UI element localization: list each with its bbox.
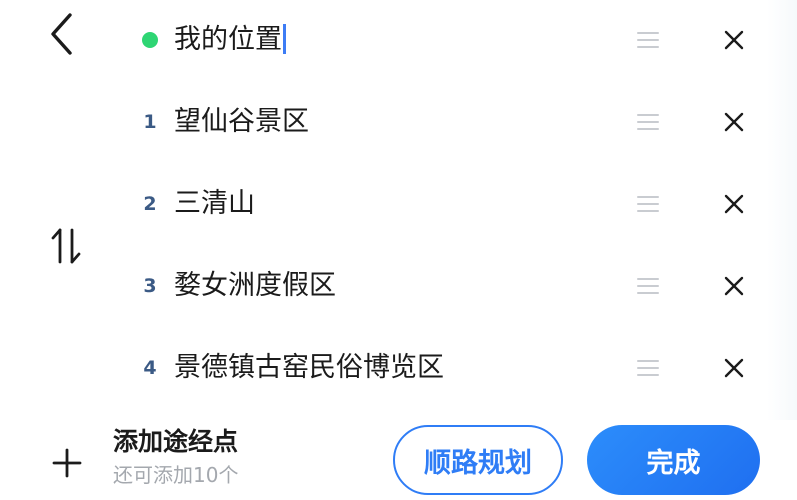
remaining-waypoints-hint: 还可添加10个 — [113, 463, 239, 487]
current-location-dot-icon — [142, 32, 158, 48]
swap-stops-button[interactable] — [44, 222, 88, 270]
drag-handle[interactable] — [630, 352, 666, 384]
done-button[interactable]: 完成 — [587, 425, 760, 495]
waypoint-name[interactable]: 三清山 — [174, 174, 255, 234]
waypoint-number: 2 — [130, 174, 170, 234]
waypoint-row[interactable]: 3 婺女洲度假区 — [130, 256, 770, 316]
close-icon — [724, 30, 744, 50]
route-planning-button[interactable]: 顺路规划 — [393, 425, 563, 495]
background-edge — [767, 0, 797, 420]
close-icon — [724, 276, 744, 296]
waypoint-name[interactable]: 望仙谷景区 — [174, 92, 309, 152]
waypoint-number-label: 1 — [143, 111, 157, 133]
remove-waypoint-button[interactable] — [714, 348, 754, 388]
remove-waypoint-button[interactable] — [714, 266, 754, 306]
drag-handle-icon — [637, 32, 659, 48]
waypoint-row[interactable]: 4 景德镇古窑民俗博览区 — [130, 338, 770, 398]
waypoint-number: 4 — [130, 338, 170, 398]
waypoint-row[interactable]: 2 三清山 — [130, 174, 770, 234]
add-waypoint-button[interactable] — [44, 440, 90, 486]
swap-vertical-icon — [51, 228, 81, 264]
drag-handle[interactable] — [630, 24, 666, 56]
close-icon — [724, 112, 744, 132]
remove-waypoint-button[interactable] — [714, 102, 754, 142]
waypoint-name-text: 三清山 — [174, 188, 255, 219]
waypoint-name-text: 景德镇古窑民俗博览区 — [174, 352, 444, 383]
plus-icon — [52, 448, 82, 478]
waypoint-number-label: 2 — [143, 193, 157, 215]
waypoint-row[interactable]: 1 望仙谷景区 — [130, 92, 770, 152]
waypoint-name-text: 望仙谷景区 — [174, 106, 309, 137]
text-caret — [283, 23, 286, 54]
drag-handle-icon — [637, 360, 659, 376]
location-input[interactable]: 我的位置 — [174, 10, 286, 70]
waypoint-name-text: 婺女洲度假区 — [174, 270, 336, 301]
waypoint-name-text: 我的位置 — [174, 24, 282, 55]
waypoint-number: 3 — [130, 256, 170, 316]
drag-handle[interactable] — [630, 270, 666, 302]
waypoint-number: 1 — [130, 92, 170, 152]
waypoint-number-label: 3 — [143, 275, 157, 297]
drag-handle-icon — [637, 196, 659, 212]
waypoint-number-label: 4 — [143, 357, 157, 379]
close-icon — [724, 194, 744, 214]
drag-handle[interactable] — [630, 188, 666, 220]
drag-handle[interactable] — [630, 106, 666, 138]
add-waypoint-label[interactable]: 添加途经点 — [113, 422, 238, 458]
drag-handle-icon — [637, 278, 659, 294]
remove-waypoint-button[interactable] — [714, 20, 754, 60]
waypoint-row[interactable]: 我的位置 — [130, 10, 770, 70]
close-icon — [724, 358, 744, 378]
drag-handle-icon — [637, 114, 659, 130]
current-location-marker — [130, 10, 170, 70]
back-button[interactable] — [40, 12, 84, 56]
waypoint-name[interactable]: 景德镇古窑民俗博览区 — [174, 338, 444, 398]
chevron-left-icon — [51, 13, 72, 55]
waypoint-name[interactable]: 婺女洲度假区 — [174, 256, 336, 316]
remove-waypoint-button[interactable] — [714, 184, 754, 224]
